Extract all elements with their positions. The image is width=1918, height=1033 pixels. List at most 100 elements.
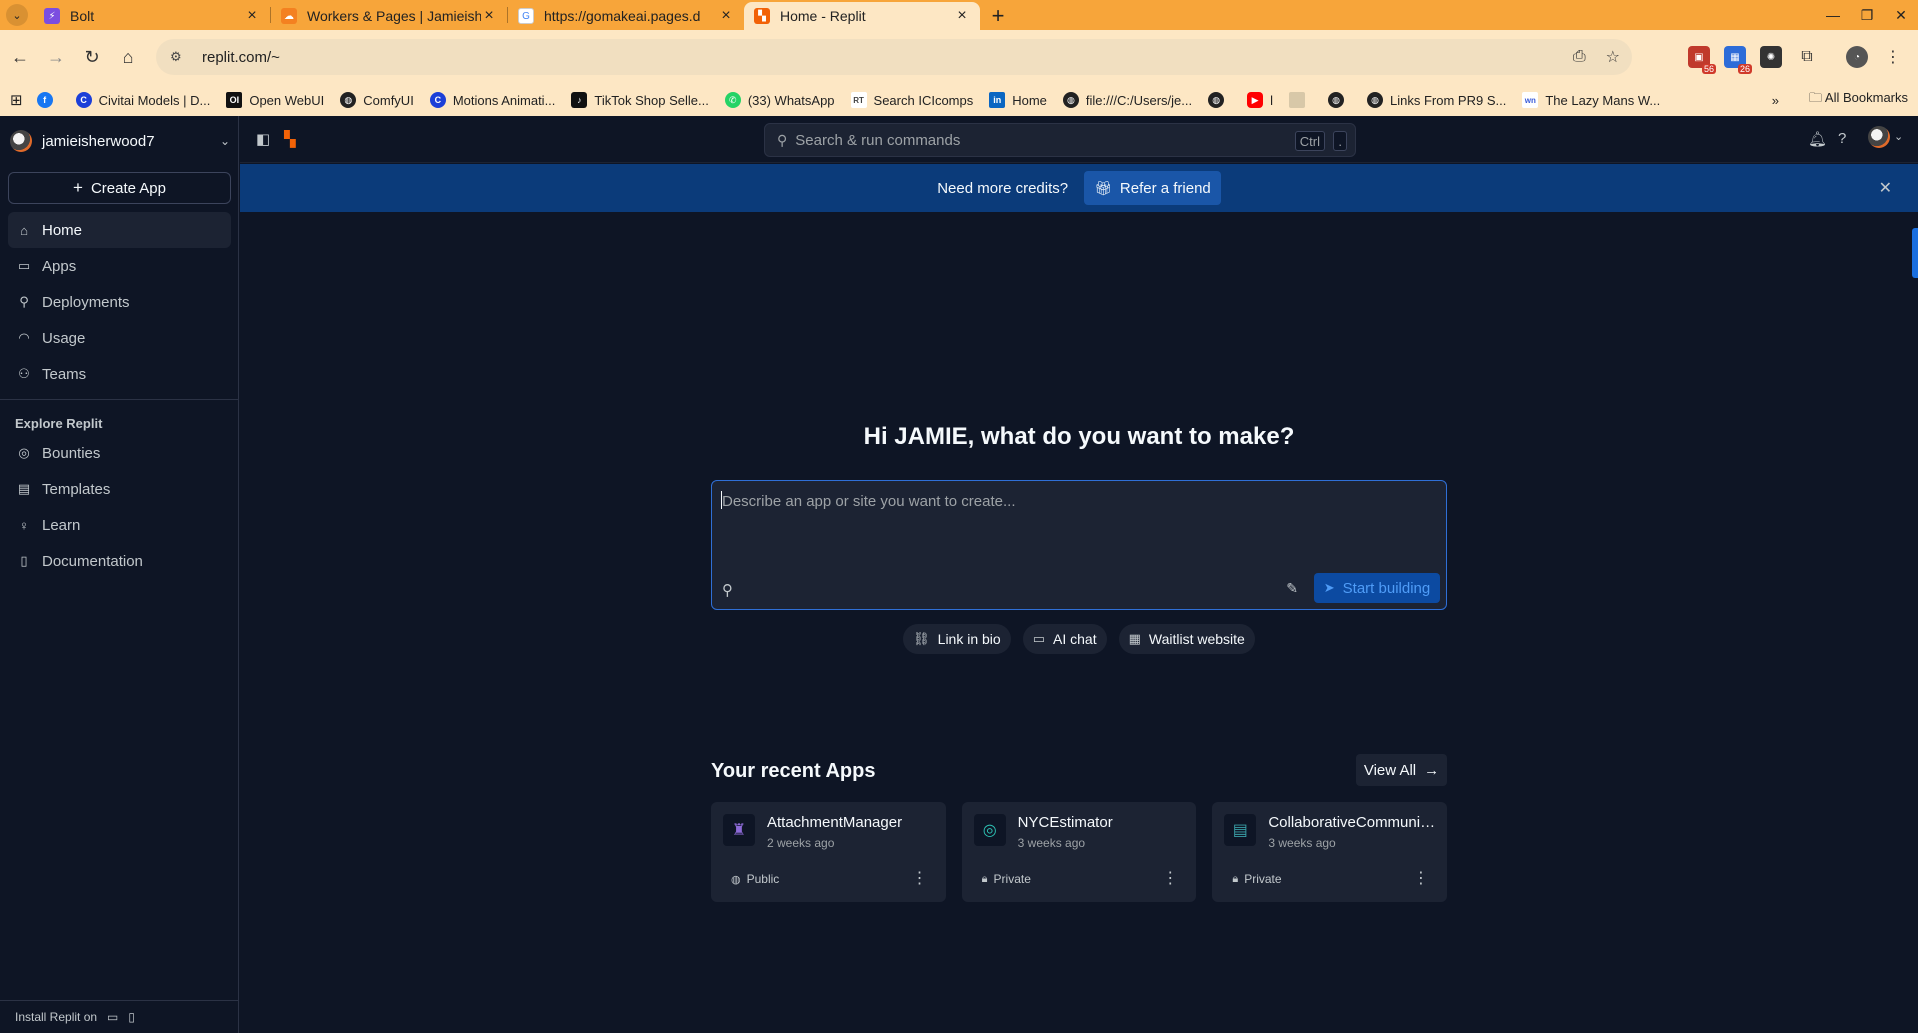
visibility-badge: 🔒︎ Private (1232, 872, 1282, 886)
help-icon[interactable]: ? (1838, 130, 1846, 147)
extensions-puzzle-icon[interactable]: ⧉ (1796, 46, 1818, 68)
reload-icon[interactable]: ↻ (74, 39, 110, 75)
bookmark-comfyui[interactable]: ◍ ComfyUI (340, 92, 414, 108)
browser-tab-strip: ⌄ ⚡ Bolt × ☁ Workers & Pages | Jamieishe… (0, 0, 1918, 30)
more-bookmarks-icon[interactable]: » (1772, 93, 1779, 108)
bookmark-image[interactable] (1289, 92, 1312, 108)
sidebar-item-home[interactable]: ⌂ Home (8, 212, 231, 248)
prompt-input[interactable] (722, 489, 1422, 513)
bookmark-civitai[interactable]: C Civitai Models | D... (75, 92, 210, 108)
bookmark-lazymans[interactable]: wn The Lazy Mans W... (1522, 92, 1660, 108)
more-options-icon[interactable]: ⋮ (1413, 868, 1429, 888)
user-avatar[interactable] (1868, 126, 1890, 148)
tab-search-icon[interactable]: ⌄ (6, 4, 28, 26)
all-bookmarks[interactable]: 🗀 All Bookmarks (1809, 89, 1908, 111)
civitai-icon: C (75, 92, 92, 108)
browser-tab-gomakeai[interactable]: G https://gomakeai.pages.d × (508, 2, 744, 30)
browser-tab-cloudflare[interactable]: ☁ Workers & Pages | Jamieishe × (271, 2, 507, 30)
wn-icon: wn (1522, 92, 1539, 108)
bookmark-globe[interactable]: ◍ (1208, 92, 1231, 108)
linkedin-icon: in (989, 92, 1006, 108)
browser-tab-bolt[interactable]: ⚡ Bolt × (34, 2, 270, 30)
sidebar-item-teams[interactable]: ⚇ Teams (8, 356, 231, 392)
minimize-icon[interactable]: — (1816, 7, 1850, 23)
home-browser-icon[interactable]: ⌂ (110, 39, 146, 75)
book-icon: ▯ (20, 553, 28, 568)
replit-logo-icon[interactable]: ▚ (284, 130, 296, 148)
apps-grid-icon[interactable]: ⊞ (10, 91, 23, 109)
more-options-icon[interactable]: ⋮ (912, 868, 928, 888)
browser-menu-icon[interactable]: ⋮ (1882, 46, 1904, 68)
sidebar-item-usage[interactable]: ◠ Usage (8, 320, 231, 356)
chevron-down-icon[interactable]: ⌄ (1894, 130, 1903, 143)
template-icon: ▤ (17, 481, 31, 496)
close-tab-icon[interactable]: × (244, 7, 260, 25)
chip-ai-chat[interactable]: ▭ AI chat (1022, 624, 1107, 654)
globe-icon: ◍ (340, 92, 357, 108)
openwebui-icon: OI (226, 92, 243, 108)
bookmark-facebook[interactable]: f (36, 92, 60, 108)
tiktok-icon: ♪ (571, 92, 588, 108)
new-tab-icon[interactable]: + (984, 2, 1012, 30)
app-card[interactable]: ♜ AttachmentManager 2 weeks ago ◍ Public… (711, 802, 946, 902)
chip-link-in-bio[interactable]: ⛓ Link in bio (903, 624, 1011, 654)
bookmark-youtube[interactable]: ▶ l (1247, 92, 1273, 108)
bookmark-icicomps[interactable]: RT Search ICIcomps (850, 92, 973, 108)
chip-waitlist-website[interactable]: ▦ Waitlist website (1118, 624, 1255, 654)
chevron-down-icon: ⌄ (219, 134, 230, 148)
close-tab-icon[interactable]: × (481, 7, 497, 25)
restore-icon[interactable]: ❐ (1850, 7, 1884, 24)
extension-2-icon[interactable]: ▦ 26 (1724, 46, 1752, 74)
bookmark-openwebui[interactable]: OI Open WebUI (226, 92, 324, 108)
app-card[interactable]: ▤ CollaborativeCommunic... 3 weeks ago 🔒… (1212, 802, 1448, 902)
create-app-button[interactable]: + Create App (8, 172, 231, 204)
pen-icon[interactable]: ✎ (1286, 580, 1298, 597)
app-card[interactable]: ◎ NYCEstimator 3 weeks ago 🔒︎ Private ⋮ (961, 802, 1197, 902)
app-name: CollaborativeCommunic... (1268, 814, 1439, 831)
close-tab-icon[interactable]: × (718, 7, 734, 25)
youtube-icon: ▶ (1247, 92, 1264, 108)
bookmark-linkedin[interactable]: in Home (989, 92, 1047, 108)
browser-tab-replit[interactable]: ▚ Home - Replit × (744, 2, 980, 30)
search-placeholder: Search & run commands (795, 131, 961, 149)
start-building-button[interactable]: ➤ Start building (1314, 573, 1440, 603)
sidebar-item-templates[interactable]: ▤ Templates (8, 471, 231, 507)
bell-icon[interactable]: 🔔︎ (1808, 130, 1827, 148)
forward-icon[interactable]: → (38, 39, 74, 75)
paperclip-icon[interactable]: ⚲ (722, 581, 733, 599)
close-icon[interactable]: ✕ (1879, 178, 1892, 198)
address-bar[interactable]: ⚙ replit.com/~ ⎙ ☆ (156, 39, 1632, 75)
replit-favicon-icon: ▚ (754, 8, 770, 24)
folder-icon: ▭ (17, 258, 31, 273)
command-search[interactable]: ⚲ Search & run commands Ctrl . (764, 123, 1356, 157)
sidebar-item-documentation[interactable]: ▯ Documentation (8, 543, 231, 579)
extension-1-icon[interactable]: ▣ 56 (1688, 46, 1716, 74)
sidebar-item-bounties[interactable]: ◎ Bounties (8, 435, 231, 471)
bookmark-file[interactable]: ◍ file:///C:/Users/je... (1062, 92, 1192, 108)
bookmark-pr9[interactable]: ◍ Links From PR9 S... (1367, 92, 1506, 108)
site-info-icon[interactable]: ⚙ (170, 49, 190, 65)
bookmark-tiktok[interactable]: ♪ TikTok Shop Selle... (571, 92, 709, 108)
bookmark-whatsapp[interactable]: ✆ (33) WhatsApp (724, 92, 835, 108)
sidebar-item-apps[interactable]: ▭ Apps (8, 248, 231, 284)
install-replit: Install Replit on ▭ ▯ (0, 1000, 239, 1033)
mobile-icon[interactable]: ▯ (128, 1010, 135, 1024)
back-icon[interactable]: ← (2, 39, 38, 75)
refer-friend-button[interactable]: 🎁︎ Refer a friend (1084, 171, 1221, 205)
sidebar-item-learn[interactable]: ♀ Learn (8, 507, 231, 543)
bookmark-motions[interactable]: C Motions Animati... (429, 92, 555, 108)
view-all-button[interactable]: View All → (1356, 754, 1447, 786)
sidebar-item-deployments[interactable]: ⚲ Deployments (8, 284, 231, 320)
divider (0, 399, 239, 400)
install-app-icon[interactable]: ⎙ (1573, 48, 1586, 66)
openai-extension-icon[interactable]: ✺ (1760, 46, 1782, 68)
bookmark-star-icon[interactable]: ☆ (1606, 47, 1620, 67)
close-tab-icon[interactable]: × (954, 7, 970, 25)
more-options-icon[interactable]: ⋮ (1162, 868, 1178, 888)
account-switcher[interactable]: jamieisherwood7 ⌄ (10, 126, 230, 156)
toggle-sidebar-icon[interactable]: ◧ (256, 130, 270, 148)
close-window-icon[interactable]: ✕ (1884, 7, 1918, 24)
desktop-icon[interactable]: ▭ (107, 1010, 118, 1024)
profile-avatar-icon[interactable]: ◔ (1846, 46, 1868, 68)
bookmark-globe-2[interactable]: ◍ (1328, 92, 1351, 108)
